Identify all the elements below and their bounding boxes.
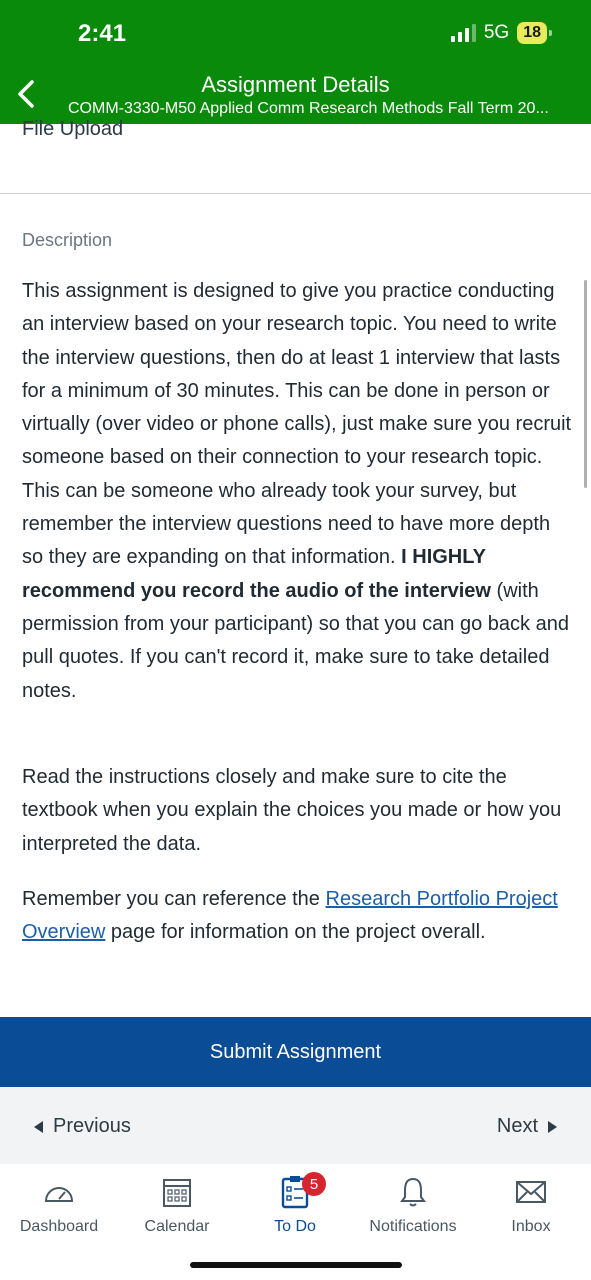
- tab-inbox[interactable]: Inbox: [472, 1170, 590, 1236]
- network-type: 5G: [483, 22, 510, 43]
- tab-notifications[interactable]: Notifications: [354, 1170, 472, 1236]
- mail-icon: [516, 1181, 546, 1203]
- paragraph-text: Remember you can reference the: [22, 888, 326, 910]
- description-paragraph-1: This assignment is designed to give you …: [22, 275, 572, 708]
- pager: Previous Next: [0, 1087, 591, 1164]
- signal-icon: [450, 24, 476, 42]
- previous-label: Previous: [53, 1115, 131, 1137]
- scrollbar[interactable]: [584, 280, 587, 488]
- submit-assignment-button[interactable]: Submit Assignment: [0, 1017, 591, 1087]
- home-indicator[interactable]: [190, 1262, 402, 1268]
- page-title: Assignment Details: [201, 72, 390, 97]
- divider: [0, 193, 591, 194]
- description-paragraph-2: Read the instructions closely and make s…: [22, 766, 562, 855]
- submission-type: File Upload: [22, 118, 124, 140]
- status-time: 2:41: [78, 20, 127, 47]
- description-label: Description: [22, 230, 113, 250]
- caret-right-icon: [548, 1120, 557, 1133]
- caret-left-icon: [34, 1120, 43, 1133]
- next-button[interactable]: Next: [497, 1115, 557, 1138]
- tab-label: Notifications: [369, 1218, 457, 1235]
- description-text: This assignment is designed to give you …: [22, 280, 572, 569]
- tab-label: Dashboard: [19, 1218, 99, 1235]
- bell-icon: [400, 1177, 426, 1207]
- app-header: 2:41 5G 18 Assignment Details COMM-3330-…: [0, 0, 591, 124]
- calendar-icon: [163, 1179, 191, 1207]
- tab-calendar[interactable]: Calendar: [118, 1170, 236, 1236]
- paragraph-text-tail: page for information on the project over…: [105, 921, 486, 944]
- status-indicators: 5G 18: [450, 22, 552, 44]
- tab-label: Calendar: [144, 1218, 210, 1235]
- tab-label: To Do: [274, 1218, 316, 1235]
- next-label: Next: [496, 1115, 538, 1137]
- previous-button[interactable]: Previous: [34, 1115, 131, 1138]
- dashboard-icon: [44, 1187, 74, 1202]
- tab-todo[interactable]: 5 To Do: [236, 1170, 354, 1236]
- tab-dashboard[interactable]: Dashboard: [0, 1170, 118, 1236]
- tab-label: Inbox: [511, 1218, 551, 1235]
- course-subtitle: COMM-3330-M50 Applied Comm Research Meth…: [68, 100, 549, 117]
- battery-icon: 18: [517, 22, 552, 44]
- todo-badge: 5: [302, 1172, 326, 1196]
- description-paragraph-3: Remember you can reference the Research …: [22, 883, 572, 950]
